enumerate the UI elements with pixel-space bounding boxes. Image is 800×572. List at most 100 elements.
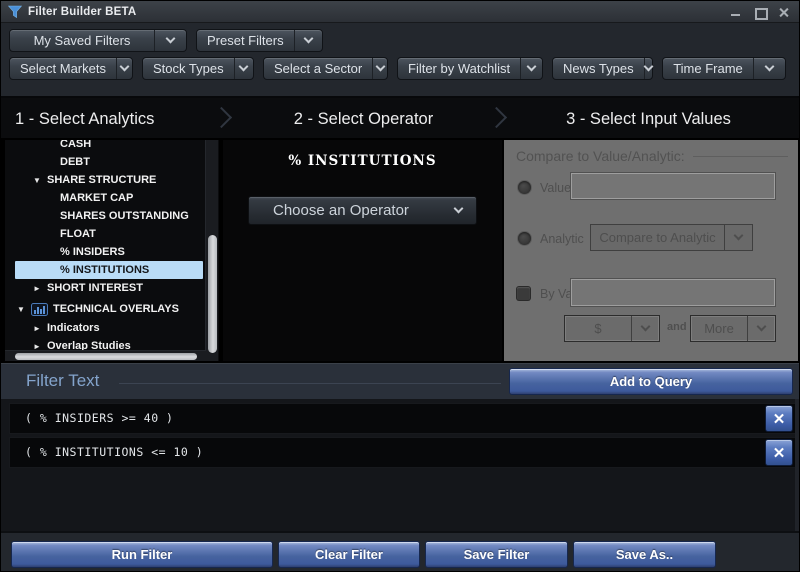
collapsed-arrow-icon[interactable]: ►	[33, 284, 47, 293]
tree-item-float[interactable]: FLOAT	[5, 225, 219, 243]
news-types-dropdown[interactable]: News Types	[552, 57, 653, 80]
compare-heading-row: Compare to Value/Analytic:	[516, 148, 788, 164]
chevron-down-icon	[644, 58, 652, 79]
tree-item-indicators[interactable]: ►Indicators	[5, 319, 219, 337]
filter-text-bar: Filter Text Add to Query	[1, 363, 799, 399]
tree-vertical-scrollbar[interactable]	[205, 140, 218, 361]
my-saved-filters-dropdown[interactable]: My Saved Filters	[9, 29, 187, 52]
tree-horizontal-scrollbar[interactable]	[5, 350, 206, 361]
select-markets-dropdown[interactable]: Select Markets	[9, 57, 133, 80]
tree-item-label: % INSTITUTIONS	[60, 264, 149, 276]
tree-item-technical-overlays[interactable]: ▼ TECHNICAL OVERLAYS	[5, 300, 219, 318]
close-icon[interactable]	[777, 5, 791, 19]
saved-filters-row: My Saved Filters Preset Filters	[9, 29, 323, 52]
chevron-down-icon	[747, 316, 775, 341]
filter-builder-window: Filter Builder BETA My Saved Filters Pre…	[0, 0, 800, 572]
unit-dropdown: $	[564, 315, 660, 342]
tree-item-label: % INSIDERS	[60, 246, 125, 258]
compare-heading: Compare to Value/Analytic:	[516, 148, 685, 164]
time-frame-label: Time Frame	[663, 58, 753, 79]
save-as-button[interactable]: Save As..	[573, 541, 716, 568]
tree-item-label: DEBT	[60, 156, 90, 168]
run-filter-button[interactable]: Run Filter	[11, 541, 273, 568]
preset-filters-dropdown[interactable]: Preset Filters	[196, 29, 323, 52]
minimize-icon[interactable]	[729, 5, 743, 19]
collapsed-arrow-icon[interactable]: ►	[33, 324, 47, 333]
operator-panel: % INSTITUTIONS Choose an Operator	[223, 140, 502, 361]
remove-row-button[interactable]: ✕	[765, 405, 793, 432]
tree-item-institutions[interactable]: % INSTITUTIONS	[15, 261, 203, 279]
save-filter-button[interactable]: Save Filter	[425, 541, 568, 568]
by-value-checkbox	[517, 287, 530, 300]
footer-bar: Run Filter Clear Filter Save Filter Save…	[1, 531, 799, 572]
tree-item-label: TECHNICAL OVERLAYS	[53, 303, 179, 315]
toolbar: My Saved Filters Preset Filters Select M…	[1, 23, 799, 96]
choose-operator-dropdown[interactable]: Choose an Operator	[248, 196, 477, 225]
heading-divider	[693, 156, 788, 157]
add-to-query-button[interactable]: Add to Query	[509, 368, 793, 395]
compare-to-analytic-label: Compare to Analytic	[591, 225, 724, 250]
value-radio-label: Value	[540, 181, 571, 195]
step-select-analytics: 1 - Select Analytics	[15, 98, 154, 140]
select-sector-dropdown[interactable]: Select a Sector	[263, 57, 388, 80]
query-row-text: ( % INSIDERS >= 40 )	[25, 404, 173, 433]
analytic-radio-label: Analytic	[540, 232, 584, 246]
tree-item-shares-outstanding[interactable]: SHARES OUTSTANDING	[5, 207, 219, 225]
clear-filter-button[interactable]: Clear Filter	[278, 541, 420, 568]
scrollbar-thumb[interactable]	[15, 353, 197, 360]
more-dropdown-label: More	[691, 316, 747, 341]
market-filters-row: Select Markets Stock Types Select a Sect…	[9, 57, 786, 80]
heading-divider	[119, 383, 501, 384]
stock-types-label: Stock Types	[143, 58, 234, 79]
select-sector-label: Select a Sector	[264, 58, 372, 79]
expanded-arrow-icon[interactable]: ▼	[33, 176, 47, 185]
unit-dropdown-label: $	[565, 316, 631, 341]
step-select-operator: 2 - Select Operator	[226, 98, 501, 140]
tree-item-label: Indicators	[47, 322, 100, 334]
filter-by-watchlist-dropdown[interactable]: Filter by Watchlist	[397, 57, 543, 80]
chevron-down-icon	[631, 316, 659, 341]
titlebar[interactable]: Filter Builder BETA	[1, 1, 799, 23]
chevron-down-icon	[753, 58, 785, 79]
tree-item-share-structure[interactable]: ▼SHARE STRUCTURE	[5, 171, 219, 189]
analytic-radio	[518, 232, 531, 245]
analytics-tree-panel: CASH DEBT ▼SHARE STRUCTUREMARKET CAP SHARES…	[5, 140, 219, 361]
stock-types-dropdown[interactable]: Stock Types	[142, 57, 254, 80]
choose-operator-label: Choose an Operator	[249, 202, 440, 219]
chevron-down-icon	[372, 58, 387, 79]
chevron-down-icon	[116, 58, 132, 79]
builder-panels: CASH DEBT ▼SHARE STRUCTUREMARKET CAP SHARES…	[1, 138, 799, 363]
tree-item-insiders[interactable]: % INSIDERS	[5, 243, 219, 261]
query-row-text: ( % INSTITUTIONS <= 10 )	[25, 438, 203, 467]
by-value-input	[571, 279, 775, 306]
tree-item-market-cap[interactable]: MARKET CAP	[5, 189, 219, 207]
tree-item-label: SHORT INTEREST	[47, 282, 143, 294]
chevron-down-icon	[234, 58, 253, 79]
selected-analytic-title: % INSTITUTIONS	[223, 153, 502, 169]
more-dropdown: More	[690, 315, 776, 342]
steps-header: 1 - Select Analytics 2 - Select Operator…	[1, 96, 799, 138]
scrollbar-thumb[interactable]	[208, 235, 217, 353]
rows-scrollbar-track[interactable]	[795, 399, 799, 531]
chevron-down-icon	[520, 58, 542, 79]
tree-item-debt[interactable]: DEBT	[5, 153, 219, 171]
remove-row-button[interactable]: ✕	[765, 439, 793, 466]
tree-item-label: FLOAT	[60, 228, 96, 240]
tree-item-short-interest[interactable]: ►SHORT INTEREST	[5, 279, 219, 297]
value-radio	[518, 181, 531, 194]
news-types-label: News Types	[553, 58, 644, 79]
my-saved-filters-label: My Saved Filters	[10, 30, 154, 51]
and-label: and	[667, 321, 687, 333]
time-frame-dropdown[interactable]: Time Frame	[662, 57, 786, 80]
analytics-tree: CASH DEBT ▼SHARE STRUCTUREMARKET CAP SHARES…	[5, 140, 219, 355]
tree-item-label: CASH	[60, 140, 91, 150]
funnel-icon	[8, 5, 22, 19]
expanded-arrow-icon[interactable]: ▼	[17, 305, 31, 314]
chevron-down-icon	[154, 30, 186, 51]
tree-item-label: SHARES OUTSTANDING	[60, 210, 189, 222]
query-row: ( % INSTITUTIONS <= 10 ) ✕	[9, 437, 796, 468]
filter-by-watchlist-label: Filter by Watchlist	[398, 58, 520, 79]
maximize-icon[interactable]	[753, 5, 767, 19]
tree-item-cash[interactable]: CASH	[5, 140, 219, 153]
chevron-down-icon	[294, 30, 322, 51]
